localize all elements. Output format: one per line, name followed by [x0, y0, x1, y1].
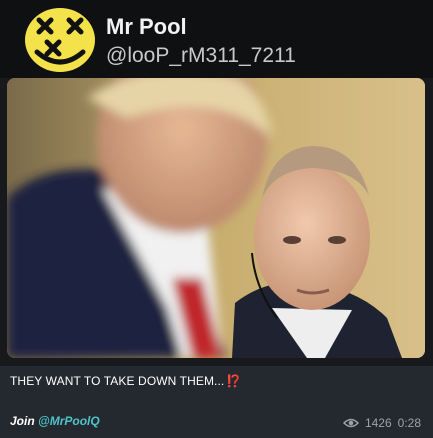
view-count: 1426 [364, 416, 392, 430]
channel-name[interactable]: Mr Pool [106, 14, 187, 40]
post-card: Mr Pool @looP_rM311_7211 THEY WANT TO TA… [0, 0, 433, 438]
post-meta: 1426 0:28 [342, 416, 421, 430]
eye-icon [342, 418, 359, 428]
channel-handle[interactable]: @looP_rM311_7211 [106, 44, 296, 68]
exclamation-question-icon: ⁉️ [226, 374, 242, 388]
post-time: 0:28 [397, 416, 421, 430]
post-video-thumbnail[interactable] [7, 78, 425, 358]
caption-text: THEY WANT TO TAKE DOWN THEM... [10, 374, 225, 388]
join-line: Join @MrPoolQ [10, 414, 100, 428]
avatar-smiley-icon[interactable] [23, 6, 97, 74]
video-frame-image [7, 78, 425, 358]
join-prefix: Join [10, 414, 39, 428]
post-header: Mr Pool @looP_rM311_7211 [0, 0, 433, 78]
post-caption: THEY WANT TO TAKE DOWN THEM... ⁉️ [10, 374, 241, 388]
join-channel-link[interactable]: @MrPoolQ [38, 414, 100, 428]
